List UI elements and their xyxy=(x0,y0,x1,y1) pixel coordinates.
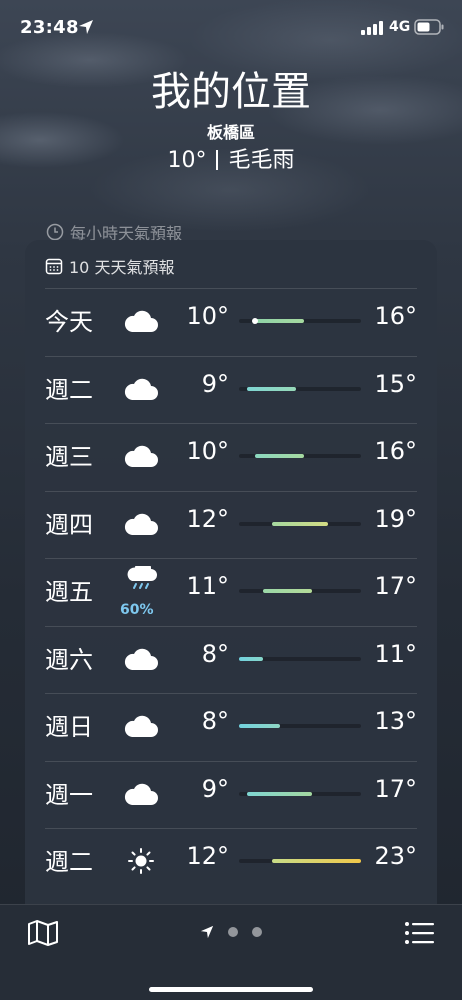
temperature-range-fill xyxy=(239,656,264,661)
forecast-card-title: 10 天天氣預報 xyxy=(69,258,175,277)
low-temp: 10° xyxy=(186,302,229,330)
temperature-range-fill xyxy=(271,521,329,526)
temperature-range-bar xyxy=(239,656,361,661)
forecast-day-row[interactable]: 今天 10° 16° xyxy=(25,288,437,354)
forecast-day-row[interactable]: 週三 10° 16° xyxy=(25,423,437,489)
temperature-range-fill xyxy=(263,589,313,593)
high-temp: 17° xyxy=(374,774,417,803)
bottom-toolbar xyxy=(0,904,462,1000)
temperature-range-bar xyxy=(239,724,361,728)
forecast-day-row[interactable]: 週四 12° 19° xyxy=(25,491,437,557)
cloud-icon xyxy=(123,376,159,402)
status-bar: 23:48 4G xyxy=(0,0,462,56)
temperature-range-bar xyxy=(239,859,361,863)
ten-day-forecast-card[interactable]: 10 天天氣預報 今天 10° 16° 週二 9° 15° 週三 10° 16° 週四 12° 19°… xyxy=(25,240,437,920)
temperature-range-fill xyxy=(271,859,361,863)
status-time: 23:48 xyxy=(20,17,79,38)
cloud-icon xyxy=(123,781,159,807)
temperature-range-bar xyxy=(239,589,361,593)
temperature-range-fill xyxy=(255,454,305,458)
district-label: 板橋區 xyxy=(206,123,255,142)
cellular-signal-icon xyxy=(361,21,383,35)
cloud-icon xyxy=(123,646,159,672)
current-temp-marker xyxy=(252,318,259,324)
forecast-day-row[interactable]: 週六 8° 11° xyxy=(25,626,437,692)
location-title: 我的位置 xyxy=(151,69,311,115)
precipitation-chance: 60% xyxy=(120,602,154,618)
temperature-range-fill xyxy=(255,319,305,323)
sun-icon xyxy=(123,848,159,874)
battery-icon xyxy=(414,19,444,35)
high-temp: 15° xyxy=(374,369,417,398)
page-dot[interactable] xyxy=(252,927,262,937)
current-temp: 10° xyxy=(167,148,207,173)
location-header: 我的位置 板橋區 10° 毛毛雨 xyxy=(0,60,462,176)
temperature-range-bar xyxy=(239,318,361,324)
temperature-range-fill xyxy=(239,724,280,728)
day-label: 週日 xyxy=(45,713,93,741)
current-location-page-icon[interactable] xyxy=(200,925,214,939)
temperature-range-fill xyxy=(247,386,296,391)
high-temp: 23° xyxy=(374,842,417,870)
divider xyxy=(216,150,219,170)
page-dot[interactable] xyxy=(228,927,238,937)
high-temp: 16° xyxy=(374,302,417,330)
network-type: 4G xyxy=(389,19,411,35)
low-temp: 9° xyxy=(201,369,229,398)
cloud-icon xyxy=(123,443,159,469)
condition-text: 毛毛雨 xyxy=(228,148,295,173)
low-temp: 11° xyxy=(186,572,229,600)
low-temp: 8° xyxy=(201,639,229,668)
cloud-icon xyxy=(123,511,159,537)
temperature-range-bar xyxy=(239,521,361,526)
day-label: 週二 xyxy=(45,848,93,876)
home-indicator xyxy=(149,987,313,992)
forecast-day-row[interactable]: 週一 9° 17° xyxy=(25,761,437,827)
low-temp: 8° xyxy=(201,707,229,735)
map-icon[interactable] xyxy=(27,919,59,947)
rain-cloud-icon xyxy=(123,560,159,592)
day-label: 週三 xyxy=(45,443,93,471)
list-icon[interactable] xyxy=(404,921,434,945)
day-label: 週二 xyxy=(45,375,93,404)
high-temp: 19° xyxy=(374,504,417,533)
temperature-range-fill xyxy=(247,791,313,796)
temperature-range-bar xyxy=(239,791,361,796)
low-temp: 12° xyxy=(186,504,229,533)
high-temp: 16° xyxy=(374,437,417,465)
high-temp: 17° xyxy=(374,572,417,600)
current-conditions: 10° 毛毛雨 xyxy=(0,146,462,176)
cloud-icon xyxy=(123,713,159,739)
location-arrow-icon xyxy=(79,20,93,34)
forecast-day-row[interactable]: 週二 12° 23° xyxy=(25,828,437,894)
high-temp: 11° xyxy=(374,639,417,668)
calendar-icon xyxy=(45,258,63,275)
temperature-range-bar xyxy=(239,454,361,458)
low-temp: 10° xyxy=(186,437,229,465)
low-temp: 9° xyxy=(201,774,229,803)
high-temp: 13° xyxy=(374,707,417,735)
day-label: 週五 xyxy=(45,578,93,606)
low-temp: 12° xyxy=(186,842,229,870)
forecast-card-header: 10 天天氣預報 xyxy=(45,254,174,278)
forecast-day-row[interactable]: 週五 60% 11° 17° xyxy=(25,558,437,624)
cloud-icon xyxy=(123,308,159,334)
day-label: 週六 xyxy=(45,645,93,674)
forecast-day-row[interactable]: 週日 8° 13° xyxy=(25,693,437,759)
day-label: 今天 xyxy=(45,308,93,336)
clock-icon xyxy=(46,223,64,241)
temperature-range-bar xyxy=(239,386,361,391)
day-label: 週一 xyxy=(45,780,93,809)
day-label: 週四 xyxy=(45,510,93,539)
forecast-day-row[interactable]: 週二 9° 15° xyxy=(25,356,437,422)
